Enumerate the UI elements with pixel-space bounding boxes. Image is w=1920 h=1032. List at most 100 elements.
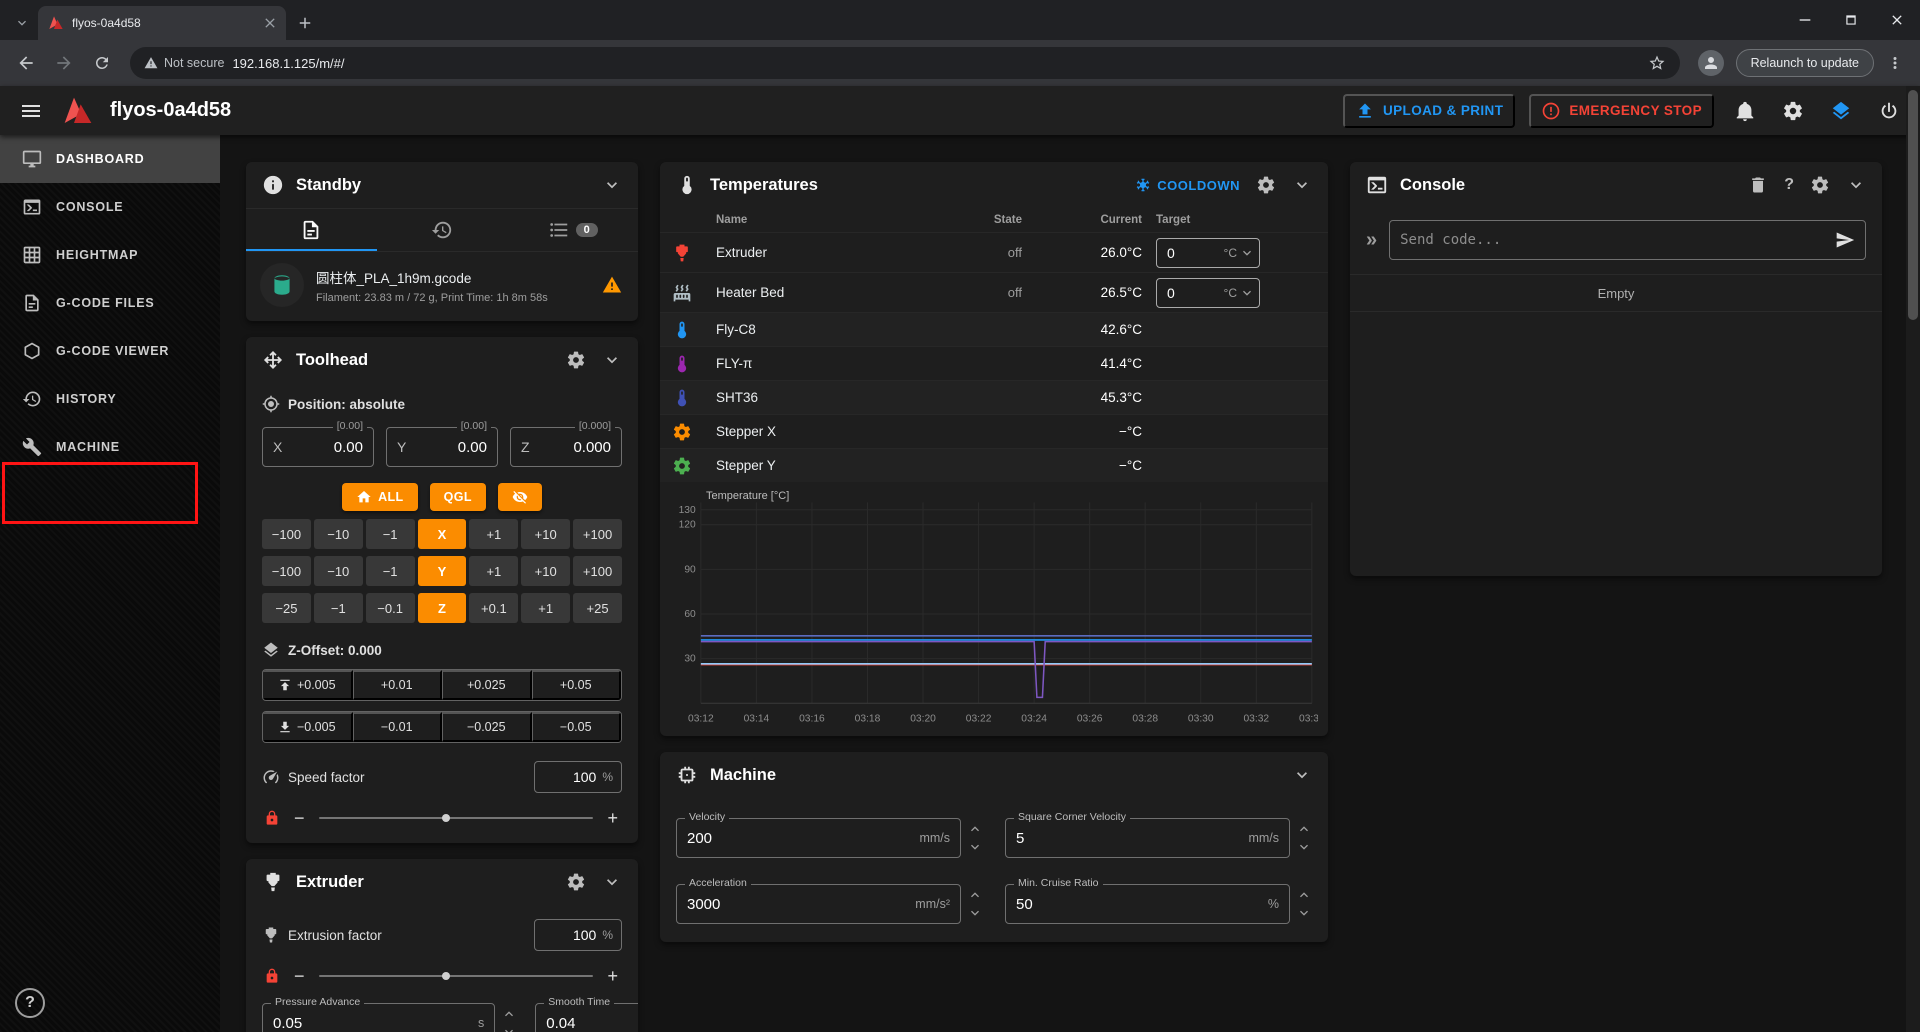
jog-z-minus-25[interactable]: −25: [262, 593, 311, 623]
square-corner-velocity-input[interactable]: Square Corner Velocity mm/s: [1005, 818, 1290, 858]
motors-off-button[interactable]: [498, 483, 542, 511]
sidebar-item-gcode-files[interactable]: G-CODE FILES: [0, 279, 220, 327]
jog-y-minus-1[interactable]: −1: [366, 556, 415, 586]
heater-bed-target-input[interactable]: °C: [1156, 278, 1260, 308]
extruder-target-input[interactable]: °C: [1156, 238, 1260, 268]
collapse-chevron-icon[interactable]: [602, 872, 622, 892]
collapse-chevron-icon[interactable]: [602, 175, 622, 195]
z-offset-up-0-01[interactable]: +0.01: [353, 670, 443, 700]
sidebar-item-gcode-viewer[interactable]: G-CODE VIEWER: [0, 327, 220, 375]
console-input-box[interactable]: [1389, 220, 1866, 260]
panel-settings-icon[interactable]: [1256, 175, 1276, 195]
window-minimize-button[interactable]: [1782, 0, 1828, 40]
jog-x-minus-10[interactable]: −10: [314, 519, 363, 549]
jog-y-plus-1[interactable]: +1: [469, 556, 518, 586]
sidebar-item-history[interactable]: HISTORY: [0, 375, 220, 423]
jog-x-plus-100[interactable]: +100: [573, 519, 622, 549]
jog-x-minus-100[interactable]: −100: [262, 519, 311, 549]
decrement-chevron-icon[interactable]: [1296, 839, 1312, 855]
forward-button[interactable]: [48, 47, 80, 79]
lock-icon[interactable]: [264, 968, 280, 984]
z-offset-down-0-025[interactable]: −0.025: [442, 712, 532, 742]
klipper-layers-icon[interactable]: [1824, 94, 1858, 128]
window-close-button[interactable]: [1874, 0, 1920, 40]
presets-chevron-icon[interactable]: [1239, 245, 1255, 261]
speed-factor-input[interactable]: 100 %: [534, 761, 622, 793]
window-maximize-button[interactable]: [1828, 0, 1874, 40]
x-position-input[interactable]: [0.00] X 0.00: [262, 427, 374, 467]
jog-y-minus-10[interactable]: −10: [314, 556, 363, 586]
tab-search-icon[interactable]: [6, 6, 38, 40]
sidebar-item-dashboard[interactable]: DASHBOARD: [0, 135, 220, 183]
z-offset-down-0-005[interactable]: −0.005: [263, 712, 353, 742]
extrusion-decrease-button[interactable]: −: [292, 967, 307, 985]
min-cruise-ratio-input[interactable]: Min. Cruise Ratio %: [1005, 884, 1290, 924]
increment-chevron-icon[interactable]: [1296, 821, 1312, 837]
settings-gear-icon[interactable]: [1776, 94, 1810, 128]
url-text[interactable]: 192.168.1.125/m/#/: [232, 56, 1639, 71]
sidebar-item-machine[interactable]: MACHINE: [0, 423, 220, 471]
jog-z-plus-25[interactable]: +25: [573, 593, 622, 623]
smooth-time-input[interactable]: Smooth Time s: [535, 1003, 638, 1032]
extrusion-increase-button[interactable]: +: [605, 967, 620, 985]
tab-queue[interactable]: 0: [507, 209, 638, 251]
jog-x-minus-1[interactable]: −1: [366, 519, 415, 549]
page-scrollbar[interactable]: [1906, 86, 1920, 1032]
collapse-chevron-icon[interactable]: [1292, 175, 1312, 195]
lock-icon[interactable]: [264, 810, 280, 826]
collapse-chevron-icon[interactable]: [1292, 765, 1312, 785]
presets-chevron-icon[interactable]: [1239, 285, 1255, 301]
bookmark-star-icon[interactable]: [1648, 54, 1666, 72]
z-offset-up-0-025[interactable]: +0.025: [442, 670, 532, 700]
tab-jobs[interactable]: [246, 209, 377, 251]
command-history-icon[interactable]: »: [1366, 230, 1377, 250]
jog-x-plus-10[interactable]: +10: [521, 519, 570, 549]
jog-z-minus-1[interactable]: −1: [314, 593, 363, 623]
emergency-stop-button[interactable]: EMERGENCY STOP: [1529, 94, 1714, 128]
clear-console-trash-icon[interactable]: [1748, 175, 1768, 195]
decrement-chevron-icon[interactable]: [1296, 905, 1312, 921]
speed-factor-slider[interactable]: [319, 817, 594, 819]
panel-settings-icon[interactable]: [1810, 175, 1830, 195]
reload-button[interactable]: [86, 47, 118, 79]
increment-chevron-icon[interactable]: [501, 1006, 517, 1022]
decrement-chevron-icon[interactable]: [967, 839, 983, 855]
new-tab-button[interactable]: [286, 6, 324, 40]
hamburger-menu-icon[interactable]: [14, 94, 48, 128]
z-offset-up-0-05[interactable]: +0.05: [532, 670, 622, 700]
help-fab-button[interactable]: ?: [15, 988, 45, 1018]
jog-z-axis-label[interactable]: Z: [418, 593, 467, 623]
decrement-chevron-icon[interactable]: [501, 1024, 517, 1032]
cooldown-button[interactable]: COOLDOWN: [1135, 177, 1240, 193]
increment-chevron-icon[interactable]: [967, 887, 983, 903]
sidebar-item-console[interactable]: CONSOLE: [0, 183, 220, 231]
pressure-advance-input[interactable]: Pressure Advance s: [262, 1003, 495, 1032]
slider-thumb[interactable]: [442, 972, 450, 980]
y-position-input[interactable]: [0.00] Y 0.00: [386, 427, 498, 467]
notifications-bell-icon[interactable]: [1728, 94, 1762, 128]
back-button[interactable]: [10, 47, 42, 79]
jog-x-plus-1[interactable]: +1: [469, 519, 518, 549]
jog-x-axis-label[interactable]: X: [418, 519, 467, 549]
tab-close-icon[interactable]: [262, 15, 278, 31]
profile-avatar[interactable]: [1698, 50, 1724, 76]
jog-y-plus-100[interactable]: +100: [573, 556, 622, 586]
address-bar[interactable]: Not secure 192.168.1.125/m/#/: [130, 47, 1680, 79]
z-position-input[interactable]: [0.000] Z 0.000: [510, 427, 622, 467]
jog-y-plus-10[interactable]: +10: [521, 556, 570, 586]
jog-z-minus-0-1[interactable]: −0.1: [366, 593, 415, 623]
increment-chevron-icon[interactable]: [967, 821, 983, 837]
z-offset-down-0-05[interactable]: −0.05: [532, 712, 622, 742]
increment-chevron-icon[interactable]: [1296, 887, 1312, 903]
browser-tab[interactable]: flyos-0a4d58: [38, 6, 286, 40]
send-icon[interactable]: [1835, 230, 1855, 250]
speed-increase-button[interactable]: +: [605, 809, 620, 827]
sidebar-item-heightmap[interactable]: HEIGHTMAP: [0, 231, 220, 279]
browser-menu-icon[interactable]: [1880, 54, 1910, 72]
qgl-button[interactable]: QGL: [430, 483, 486, 511]
help-icon[interactable]: ?: [1784, 176, 1794, 194]
speed-decrease-button[interactable]: −: [292, 809, 307, 827]
extrusion-factor-slider[interactable]: [319, 975, 594, 977]
z-offset-up-0-005[interactable]: +0.005: [263, 670, 353, 700]
decrement-chevron-icon[interactable]: [967, 905, 983, 921]
